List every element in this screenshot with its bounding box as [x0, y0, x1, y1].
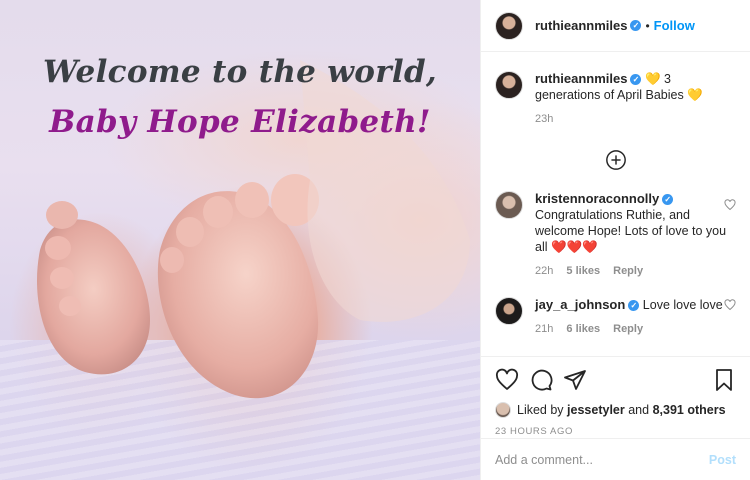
action-icons-row [495, 367, 736, 393]
instagram-post: Welcome to the world, Baby Hope Elizabet… [0, 0, 750, 480]
post-photo[interactable]: Welcome to the world, Baby Hope Elizabet… [0, 0, 480, 480]
plus-circle-icon [605, 150, 626, 170]
share-icon[interactable] [563, 368, 587, 392]
commenter-username[interactable]: jay_a_johnson [535, 297, 625, 312]
comment-item: jay_a_johnson ✓ Love love love 21h 6 like… [495, 297, 736, 337]
likes-prefix: Liked by [517, 403, 564, 417]
comment-heart-icon[interactable] [724, 299, 736, 311]
commenter-username[interactable]: kristennoraconnolly [535, 191, 659, 206]
comment-likes[interactable]: 5 likes [566, 265, 600, 277]
verified-badge-icon: ✓ [630, 20, 642, 31]
caption-emoji: 💛 [644, 72, 661, 86]
verified-badge-icon: ✓ [630, 74, 642, 85]
caption-username[interactable]: ruthieannmiles [535, 71, 627, 86]
separator-dot: • [645, 18, 650, 33]
liker-username[interactable]: jessetyler [567, 403, 625, 417]
load-more-comments-button[interactable] [495, 149, 736, 171]
post-side-panel: ruthieannmiles ✓ • Follow ruthieannmiles… [480, 0, 750, 480]
add-comment-bar: Post [481, 438, 750, 480]
comment-time[interactable]: 22h [535, 265, 553, 277]
likes-others-count[interactable]: 8,391 others [653, 403, 726, 417]
caption: ruthieannmiles ✓ 💛 3 generations of April… [495, 71, 736, 127]
likes-joiner: and [628, 403, 650, 417]
verified-badge-icon: ✓ [628, 300, 640, 311]
comment-heart-icon[interactable] [724, 199, 736, 211]
reply-button[interactable]: Reply [613, 265, 643, 277]
likes-summary[interactable]: Liked by jessetyler and 8,391 others [495, 402, 736, 418]
photo-headline-line2: Baby Hope Elizabeth! [49, 104, 431, 140]
author-username[interactable]: ruthieannmiles [535, 18, 627, 33]
reply-button[interactable]: Reply [613, 323, 643, 335]
comment-item: kristennoraconnolly ✓ Congratulations Rut… [495, 191, 736, 279]
post-comment-button[interactable]: Post [709, 453, 736, 467]
commenter-avatar[interactable] [495, 297, 523, 325]
caption-time[interactable]: 23h [535, 113, 553, 125]
caption-emoji-end: 💛 [687, 88, 703, 102]
post-header: ruthieannmiles ✓ • Follow [481, 0, 750, 52]
commenter-avatar[interactable] [495, 191, 523, 219]
comment-text: Congratulations Ruthie, and welcome Hope… [535, 208, 727, 254]
comment-text: Love love love [642, 298, 723, 312]
author-avatar[interactable] [495, 11, 523, 40]
comment-input[interactable] [495, 452, 709, 467]
heart-icon[interactable] [495, 368, 519, 392]
post-timestamp[interactable]: 23 HOURS AGO [495, 426, 736, 437]
comment-icon[interactable] [529, 368, 553, 392]
comment-time[interactable]: 21h [535, 323, 553, 335]
liker-avatar [495, 402, 511, 418]
comments-list[interactable]: ruthieannmiles ✓ 💛 3 generations of April… [481, 53, 750, 355]
photo-headline-line1: Welcome to the world, [42, 54, 438, 90]
post-actions: Liked by jessetyler and 8,391 others 23 … [481, 356, 750, 437]
caption-avatar[interactable] [495, 71, 523, 99]
follow-button[interactable]: Follow [654, 18, 695, 33]
bookmark-icon[interactable] [712, 368, 736, 392]
verified-badge-icon: ✓ [662, 194, 674, 205]
comment-likes[interactable]: 6 likes [566, 323, 600, 335]
